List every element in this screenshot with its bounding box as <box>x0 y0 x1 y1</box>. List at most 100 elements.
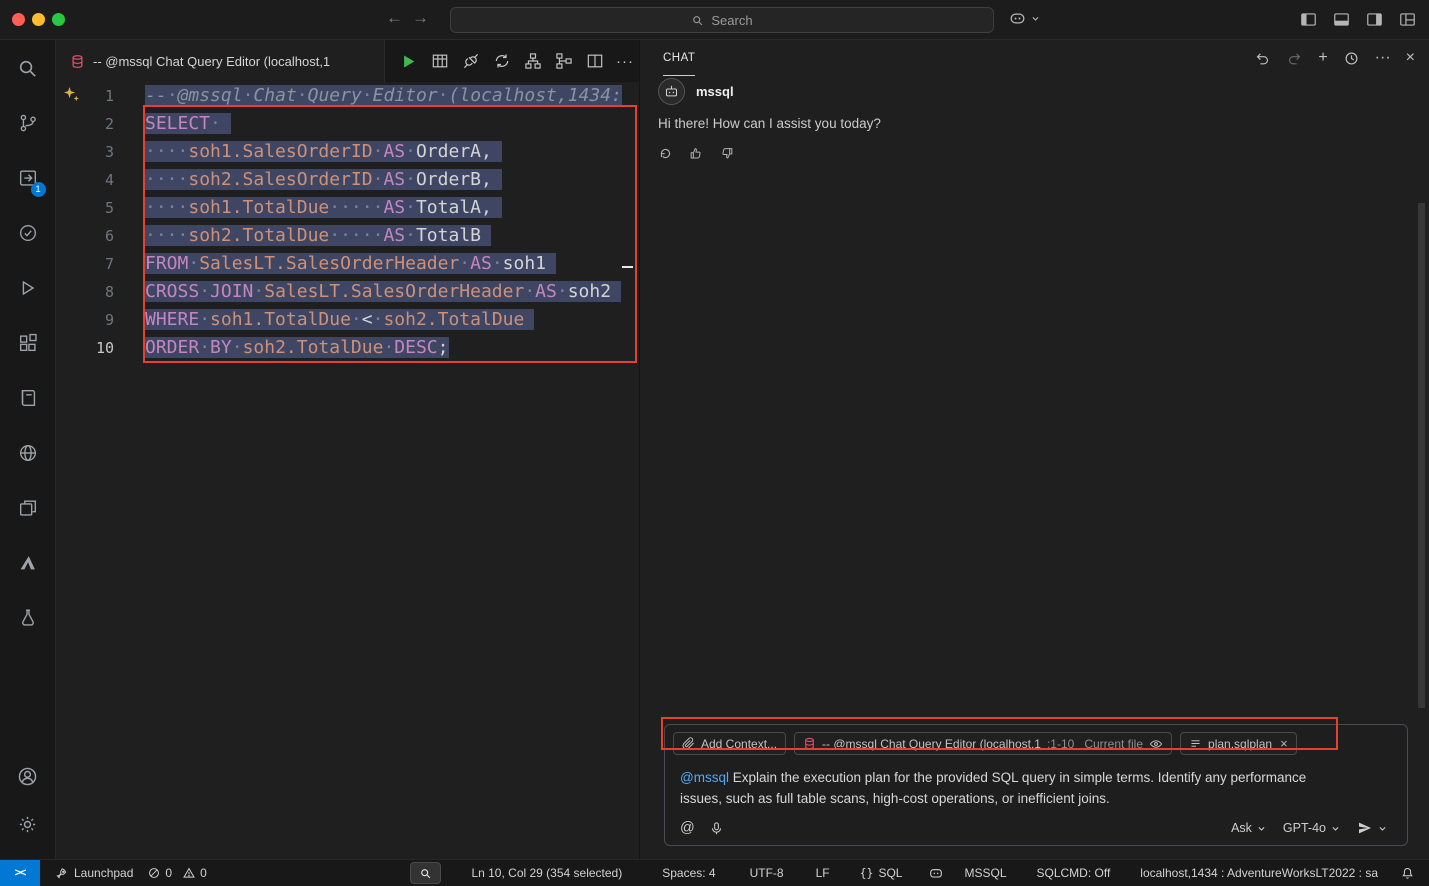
split-editor-icon[interactable] <box>585 51 605 71</box>
mention-chip[interactable]: @mssql <box>680 770 729 785</box>
circle-check-icon <box>17 222 39 244</box>
scrollbar[interactable] <box>1418 203 1425 708</box>
context-plan-chip[interactable]: plan.sqlplan × <box>1180 732 1297 755</box>
mssql-status[interactable]: MSSQL <box>964 866 1006 880</box>
editor-tab-bar: -- @mssql Chat Query Editor (localhost,1… <box>56 40 639 82</box>
code-token: soh2 <box>568 281 611 302</box>
copilot-status-button[interactable] <box>928 865 944 881</box>
estimated-plan-icon[interactable] <box>523 51 543 71</box>
model-selector[interactable]: GPT-4o <box>1283 821 1340 835</box>
actual-plan-icon[interactable] <box>554 51 574 71</box>
code-line[interactable]: 9WHERE·soh1.TotalDue·<·soh2.TotalDue <box>56 306 639 334</box>
activity-remote-explorer-button[interactable] <box>12 495 44 521</box>
encoding-indicator[interactable]: UTF-8 <box>750 866 784 880</box>
zoom-indicator[interactable] <box>410 862 441 884</box>
activity-azure-button[interactable] <box>12 550 44 576</box>
connection-status[interactable]: localhost,1434 : AdventureWorksLT2022 : … <box>1140 866 1378 880</box>
context-file-chip[interactable]: -- @mssql Chat Query Editor (localhost,1… <box>794 732 1172 755</box>
line-number: 6 <box>56 222 114 250</box>
close-chat-button[interactable]: × <box>1406 50 1415 66</box>
command-center-search[interactable]: Search <box>450 7 994 33</box>
code-line[interactable]: 10ORDER·BY·soh2.TotalDue·DESC; <box>56 334 639 362</box>
context-row: Add Context... -- @mssql Chat Query Edit… <box>673 732 1393 755</box>
code-token: · <box>438 85 449 106</box>
activity-mssql-button[interactable]: 1 <box>12 165 44 191</box>
toggle-panel-icon[interactable] <box>1332 10 1351 29</box>
code-line[interactable]: 7FROM·SalesLT.SalesOrderHeader·AS·soh1 <box>56 250 639 278</box>
activity-source-control-button[interactable] <box>12 110 44 136</box>
settings-button[interactable] <box>12 811 44 837</box>
copilot-menu-button[interactable] <box>1008 9 1040 28</box>
toggle-secondary-sidebar-icon[interactable] <box>1365 10 1384 29</box>
error-count: 0 <box>165 866 172 880</box>
sqlcmd-status[interactable]: SQLCMD: Off <box>1037 866 1111 880</box>
add-context-button[interactable]: Add Context... <box>673 732 786 755</box>
language-mode[interactable]: {}SQL <box>860 866 903 880</box>
code-token: AS <box>383 225 405 246</box>
activity-extensions-button[interactable] <box>12 330 44 356</box>
send-button[interactable] <box>1357 820 1387 836</box>
results-grid-icon[interactable] <box>430 51 450 71</box>
code-token: -- <box>145 85 167 106</box>
activity-notebook-button[interactable] <box>12 385 44 411</box>
customize-layout-icon[interactable] <box>1398 10 1417 29</box>
code-line[interactable]: 5····soh1.TotalDue·····AS·TotalA, <box>56 194 639 222</box>
microphone-icon[interactable] <box>709 821 724 836</box>
code-line[interactable]: 8CROSS·JOIN·SalesLT.SalesOrderHeader·AS·… <box>56 278 639 306</box>
minimize-window-button[interactable] <box>32 13 45 26</box>
code-token: · <box>405 225 416 246</box>
close-window-button[interactable] <box>12 13 25 26</box>
chat-more-actions-button[interactable]: ··· <box>1375 50 1391 66</box>
thumbs-down-icon[interactable] <box>719 146 735 162</box>
warning-count: 0 <box>200 866 207 880</box>
thumbs-up-icon[interactable] <box>688 146 704 162</box>
mode-selector[interactable]: Ask <box>1231 821 1266 835</box>
redo-icon[interactable] <box>1286 50 1303 67</box>
activity-checklist-button[interactable] <box>12 220 44 246</box>
cursor-position[interactable]: Ln 10, Col 29 (354 selected) <box>471 866 622 880</box>
prompt-text[interactable]: @mssql Explain the execution plan for th… <box>680 767 1320 809</box>
remote-indicator[interactable]: >< <box>0 860 40 886</box>
code-token: ···· <box>145 169 188 190</box>
editor-tab[interactable]: -- @mssql Chat Query Editor (localhost,1 <box>56 40 385 82</box>
activity-run-debug-button[interactable] <box>12 275 44 301</box>
navigate-forward-button[interactable]: → <box>412 8 429 28</box>
activity-search-button[interactable] <box>12 55 44 81</box>
regenerate-icon[interactable] <box>658 146 673 161</box>
mention-button[interactable]: @ <box>680 820 695 836</box>
eol-indicator[interactable]: LF <box>816 866 830 880</box>
azure-icon <box>17 552 39 574</box>
remove-context-icon[interactable]: × <box>1280 736 1288 751</box>
code-line[interactable]: 3····soh1.SalesOrderID·AS·OrderA, <box>56 138 639 166</box>
chat-history-icon[interactable] <box>1343 50 1360 67</box>
avatar <box>658 78 685 105</box>
activity-github-button[interactable] <box>12 440 44 466</box>
change-connection-icon[interactable] <box>492 51 512 71</box>
code-line[interactable]: 6····soh2.TotalDue·····AS·TotalB <box>56 222 639 250</box>
code-line[interactable]: 2SELECT· <box>56 110 639 138</box>
toggle-primary-sidebar-icon[interactable] <box>1299 10 1318 29</box>
context-file-range: :1-10 <box>1047 737 1074 751</box>
code-line[interactable]: 4····soh2.SalesOrderID·AS·OrderB, <box>56 166 639 194</box>
editor-body[interactable]: 1--·@mssql·Chat·Query·Editor·(localhost,… <box>56 82 639 859</box>
connect-icon[interactable] <box>461 51 481 71</box>
eye-icon[interactable] <box>1149 737 1163 751</box>
problems-indicator[interactable]: 0 0 <box>147 866 212 880</box>
more-actions-button[interactable]: ··· <box>616 53 634 70</box>
run-query-button[interactable] <box>398 51 419 72</box>
zoom-window-button[interactable] <box>52 13 65 26</box>
chat-input-box[interactable]: Add Context... -- @mssql Chat Query Edit… <box>664 724 1408 846</box>
account-button[interactable] <box>12 763 44 789</box>
navigate-back-button[interactable]: ← <box>386 8 403 28</box>
chat-panel-title[interactable]: CHAT <box>663 40 695 76</box>
editor-actions: ··· <box>385 40 634 82</box>
undo-icon[interactable] <box>1254 50 1271 67</box>
launchpad-button[interactable]: Launchpad <box>54 866 133 881</box>
activity-sql-projects-button[interactable] <box>12 605 44 631</box>
code-token: soh1 <box>503 253 546 274</box>
new-chat-button[interactable]: + <box>1318 50 1327 66</box>
code-token: Chat <box>253 85 296 106</box>
notifications-button[interactable] <box>1400 866 1415 881</box>
indentation-indicator[interactable]: Spaces: 4 <box>662 866 715 880</box>
code-line[interactable]: 1--·@mssql·Chat·Query·Editor·(localhost,… <box>56 82 639 110</box>
